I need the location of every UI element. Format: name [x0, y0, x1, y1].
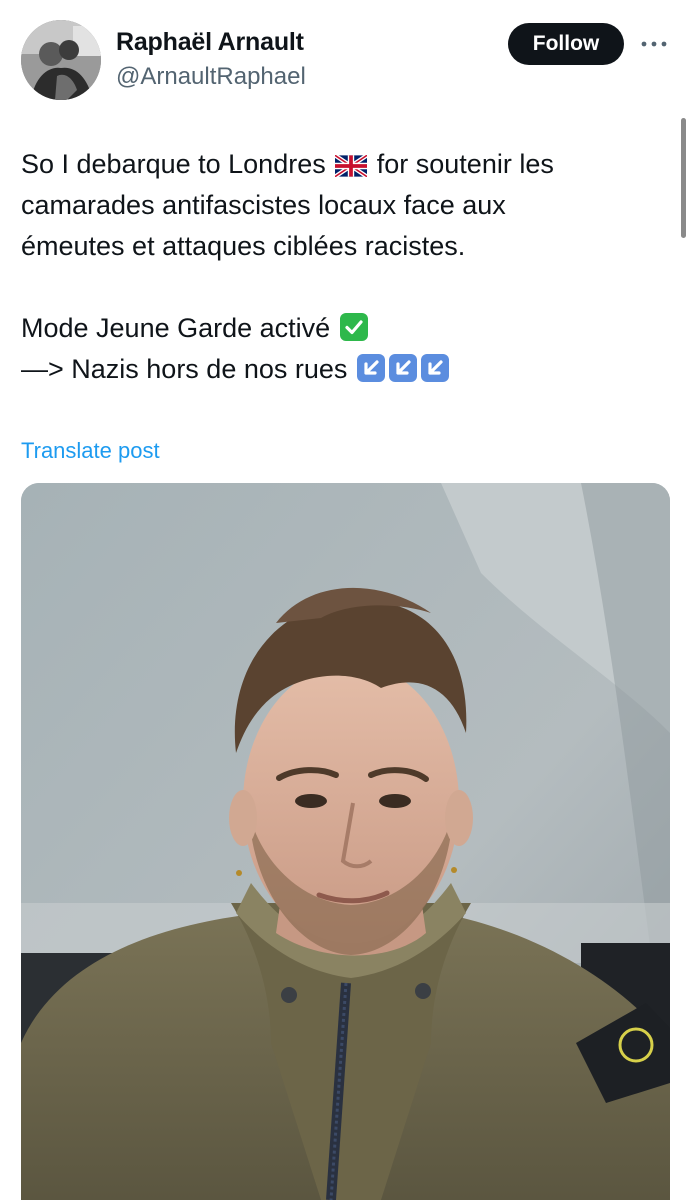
post-text-segment: So I debarque to Londres	[21, 149, 326, 179]
author-handle[interactable]: @ArnaultRaphael	[116, 63, 306, 91]
post-card: Raphaël Arnault @ArnaultRaphael Follow S…	[0, 0, 691, 1200]
scrollbar[interactable]	[681, 118, 686, 238]
down-left-arrow-icon	[356, 353, 385, 394]
post-line-1: So I debarque to Londres for soutenir le…	[21, 144, 661, 185]
down-left-arrow-icon	[388, 353, 417, 394]
more-options-button[interactable]	[639, 34, 669, 54]
author-name[interactable]: Raphaël Arnault	[116, 28, 304, 57]
selfie-photo	[21, 483, 670, 1200]
more-horizontal-icon	[641, 41, 667, 47]
post-line-2: camarades antifascistes locaux face aux	[21, 190, 506, 220]
post-line-3: émeutes et attaques ciblées racistes.	[21, 231, 466, 261]
post-line-5: —> Nazis hors de nos rues	[21, 349, 661, 390]
post-line-4: Mode Jeune Garde activé	[21, 308, 661, 349]
post-text-segment: —> Nazis hors de nos rues	[21, 354, 348, 384]
translate-post-link[interactable]: Translate post	[21, 438, 160, 464]
check-mark-icon	[339, 312, 368, 353]
avatar-photo	[21, 20, 101, 100]
post-text: So I debarque to Londres for soutenir le…	[21, 144, 661, 390]
post-media[interactable]	[21, 483, 670, 1200]
post-text-segment: for soutenir les	[376, 149, 554, 179]
uk-flag-icon	[334, 148, 369, 189]
post-text-segment: Mode Jeune Garde activé	[21, 313, 331, 343]
follow-button[interactable]: Follow	[508, 23, 624, 65]
avatar[interactable]	[21, 20, 101, 100]
down-left-arrow-icon	[420, 353, 449, 394]
